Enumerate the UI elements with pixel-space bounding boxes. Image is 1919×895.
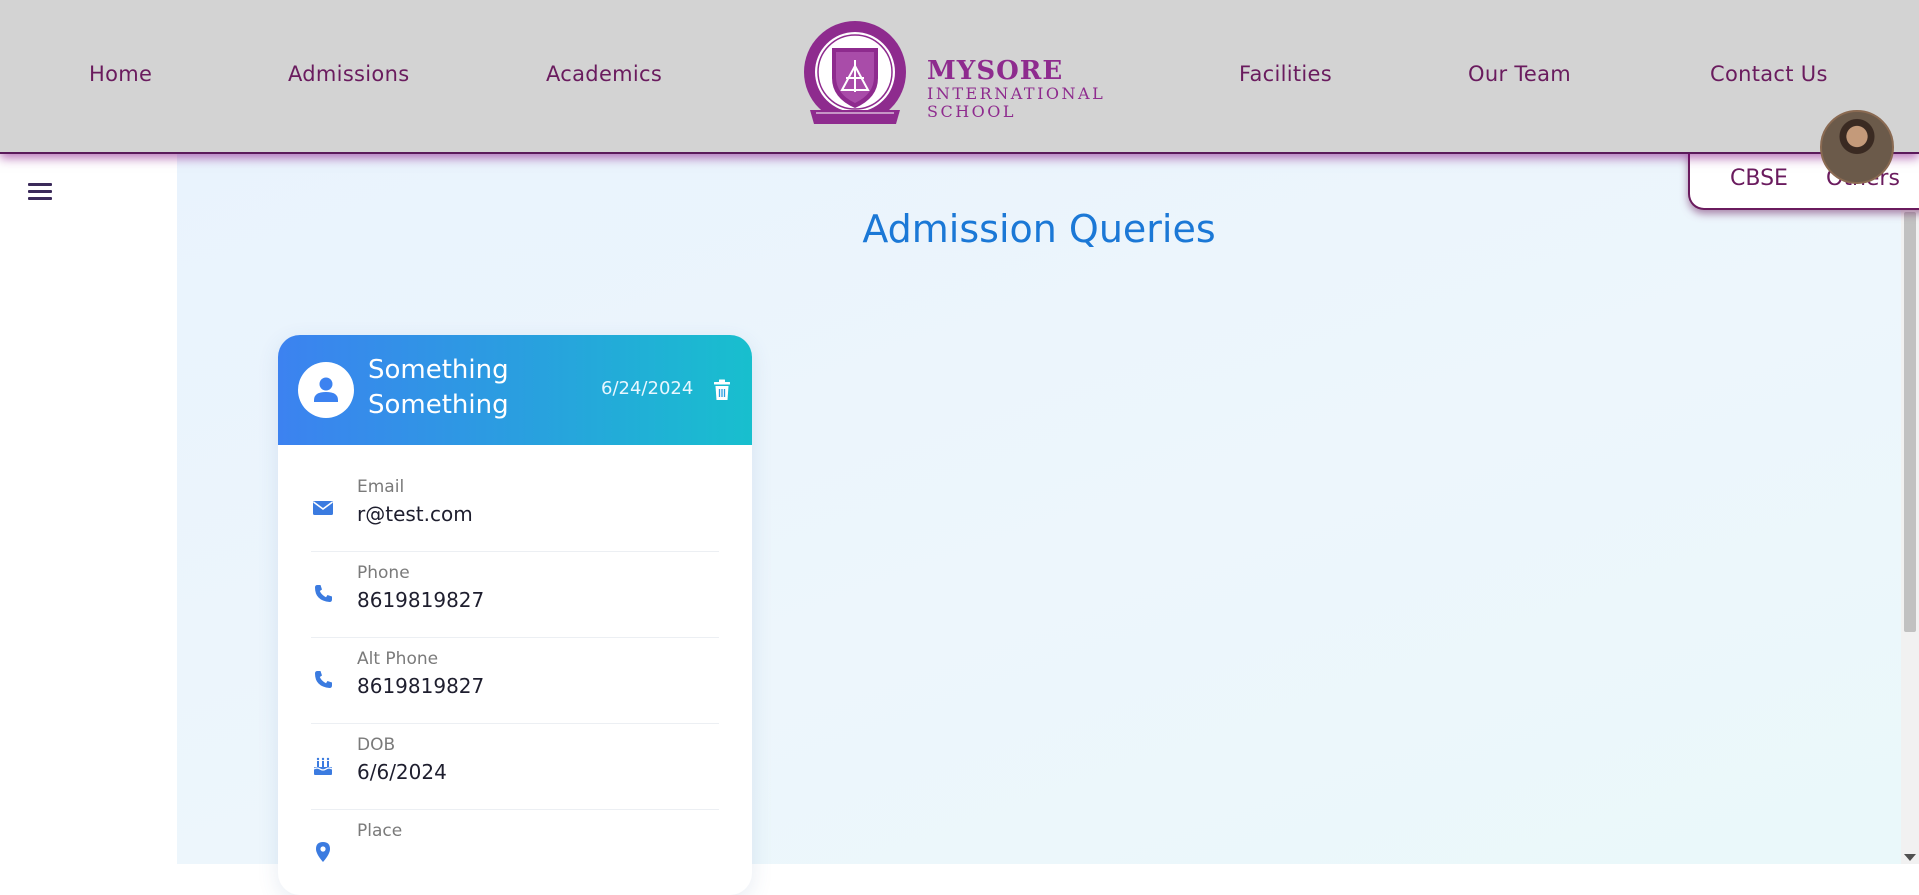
scroll-down-arrow-icon[interactable] [1904,854,1916,861]
user-avatar [298,362,354,418]
logo-line-2: INTERNATIONAL [927,84,1106,103]
logo-line-3: SCHOOL [927,102,1017,121]
field-email: Email r@test.com [311,465,719,552]
field-label: Phone [357,563,410,583]
nav-admissions[interactable]: Admissions [288,62,409,86]
birthday-cake-icon [313,757,333,775]
field-alt-phone: Alt Phone 8619819827 [311,637,719,724]
field-phone: Phone 8619819827 [311,551,719,638]
tab-cbse[interactable]: CBSE [1730,166,1788,191]
logo-wordmark: MYSORE INTERNATIONAL SCHOOL [927,58,1105,120]
school-logo[interactable]: MYSORE INTERNATIONAL SCHOOL [802,20,1105,132]
field-label: Alt Phone [357,649,439,669]
field-place: Place [311,809,719,895]
left-sidebar [0,152,177,864]
field-label: Email [357,477,405,497]
site-header: Home Admissions Academics MYSORE INTERNA… [0,0,1919,154]
field-dob: DOB 6/6/2024 [311,723,719,810]
email-value: r@test.com [357,502,473,526]
dob-value: 6/6/2024 [357,760,447,784]
alt-phone-value: 8619819827 [357,674,485,698]
applicant-first-name: Something [368,355,509,385]
map-pin-icon [316,842,330,862]
school-crest-icon [804,21,906,124]
nav-academics[interactable]: Academics [546,62,662,86]
nav-contact-us[interactable]: Contact Us [1710,62,1828,86]
phone-value: 8619819827 [357,588,485,612]
profile-avatar[interactable] [1820,110,1894,184]
phone-icon [315,585,332,602]
logo-line-1: MYSORE [927,56,1064,86]
applicant-last-name: Something [368,390,509,420]
phone-icon [315,671,332,688]
envelope-icon [313,501,333,515]
nav-facilities[interactable]: Facilities [1239,62,1332,86]
hamburger-menu-icon[interactable] [28,183,52,201]
trash-icon[interactable] [713,379,731,401]
admission-query-card: Something Something 6/24/2024 Email r@te… [278,335,752,895]
nav-our-team[interactable]: Our Team [1468,62,1571,86]
scrollbar-thumb[interactable] [1904,212,1916,632]
field-label: Place [357,821,403,841]
field-label: DOB [357,735,396,755]
card-header: Something Something 6/24/2024 [278,335,752,445]
user-icon [314,377,338,402]
page-scrollbar[interactable] [1901,152,1919,864]
query-date: 6/24/2024 [601,378,694,399]
applicant-name: Something Something [368,353,568,423]
page-title: Admission Queries [862,207,1216,251]
nav-home[interactable]: Home [89,62,152,86]
